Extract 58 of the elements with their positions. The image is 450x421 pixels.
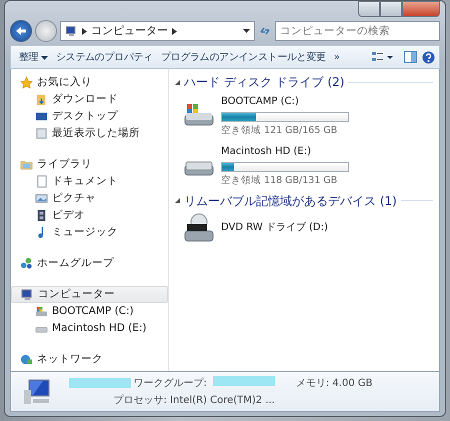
nav-item[interactable]: ビデオ <box>11 207 168 224</box>
chevron-icon <box>82 28 87 34</box>
folder-icon <box>35 93 48 106</box>
nav-item[interactable]: ミュージック <box>11 224 168 241</box>
network-icon <box>20 353 33 366</box>
back-button[interactable] <box>10 20 32 42</box>
document-icon <box>35 175 48 188</box>
more-button[interactable]: » <box>330 48 344 66</box>
maximize-button[interactable] <box>380 1 402 17</box>
preview-pane-icon[interactable] <box>404 51 417 63</box>
memory-text: メモリ: 4.00 GB <box>296 376 372 390</box>
breadcrumb-item[interactable]: コンピューター <box>91 22 168 40</box>
processor-text: プロセッサ: Intel(R) Core(TM)2 ... <box>113 394 275 408</box>
help-icon[interactable] <box>422 50 435 64</box>
workgroup-label: ワークグループ: <box>134 376 207 390</box>
nav-item[interactable]: お気に入り <box>11 74 168 91</box>
redaction-mark <box>212 376 275 386</box>
collapse-arrow-icon[interactable] <box>175 198 180 203</box>
computer-icon <box>21 288 34 301</box>
free-space-text: 空き領域 121 GB/165 GB <box>221 124 338 138</box>
nav-item[interactable]: ネットワーク <box>11 351 168 368</box>
section-heading[interactable]: リムーバブル記憶域があるデバイス (1) <box>184 192 397 210</box>
homegroup-icon <box>20 257 33 270</box>
nav-item[interactable]: ドキュメント <box>11 173 168 190</box>
desktop-icon <box>35 110 48 123</box>
minimize-button[interactable] <box>358 1 380 17</box>
nav-item[interactable]: ホームグループ <box>11 255 168 272</box>
nav-item[interactable]: ダウンロード <box>11 91 168 108</box>
toolbar-button[interactable]: システムのプロパティ <box>52 48 157 66</box>
star-icon <box>20 76 33 89</box>
dropdown-icon[interactable] <box>243 29 250 33</box>
computer-icon <box>65 25 78 37</box>
drive-icon <box>35 305 48 318</box>
nav-item[interactable]: ライブラリ <box>11 156 168 173</box>
nav-item[interactable]: デスクトップ <box>11 108 168 125</box>
address-bar[interactable]: コンピューター <box>60 21 255 41</box>
chevron-icon <box>172 28 177 34</box>
video-icon <box>35 209 48 222</box>
collapse-arrow-icon[interactable] <box>175 80 180 84</box>
picture-icon <box>35 192 48 205</box>
search-field[interactable]: コンピューターの検索 <box>275 21 440 41</box>
dvd-drive-icon <box>183 212 215 242</box>
drive-name[interactable]: BOOTCAMP (C:) <box>221 94 349 109</box>
nav-item[interactable]: 最近表示した場所 <box>11 125 168 142</box>
section-heading[interactable]: ハード ディスク ドライブ (2) <box>184 73 344 91</box>
toolbar-button[interactable]: プログラムのアンインストールと変更 <box>156 48 330 66</box>
drive-name[interactable]: Macintosh HD (E:) <box>221 144 349 160</box>
view-options-icon[interactable] <box>372 51 394 63</box>
nav-item[interactable]: ピクチャ <box>11 190 168 207</box>
nav-item[interactable]: Macintosh HD (E:) <box>11 320 168 337</box>
back-arrow-icon <box>15 26 27 36</box>
organize-button[interactable]: 整理 <box>15 48 52 66</box>
nav-item[interactable]: BOOTCAMP (C:) <box>11 303 168 320</box>
nav-item[interactable]: コンピューター <box>11 286 168 303</box>
caret-icon <box>40 56 48 60</box>
redaction-mark <box>69 378 131 388</box>
drive-name[interactable]: DVD RW ドライブ (D:) <box>221 220 328 235</box>
free-space-text: 空き領域 118 GB/131 GB <box>221 174 338 188</box>
